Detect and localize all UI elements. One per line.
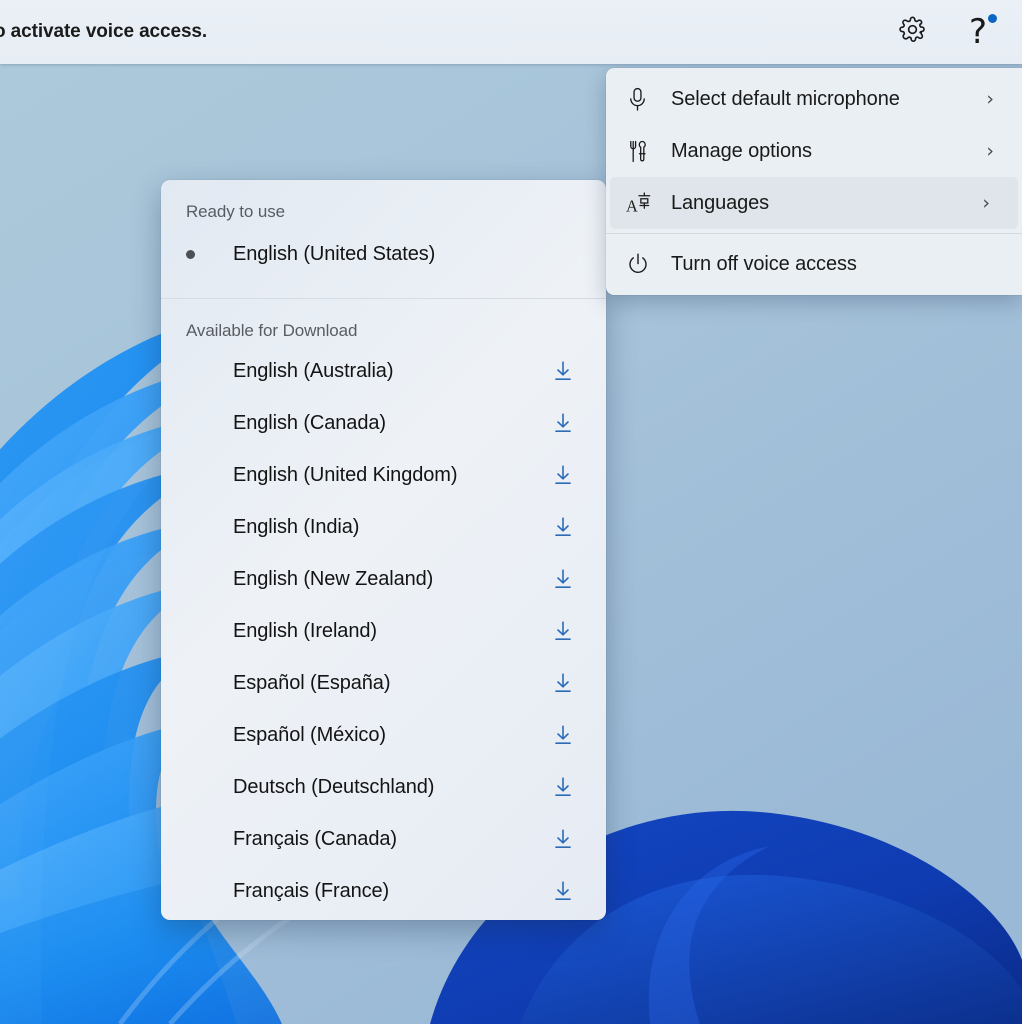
language-icon: A — [626, 190, 656, 216]
menu-item-turn-off-voice-access[interactable]: Turn off voice access — [606, 238, 1022, 290]
language-row[interactable]: Deutsch (Deutschland) — [161, 761, 606, 813]
language-row[interactable]: English (India) — [161, 501, 606, 553]
menu-item-label: Turn off voice access — [671, 253, 857, 276]
download-icon[interactable] — [550, 878, 576, 904]
menu-item-select-default-microphone[interactable]: Select default microphone › — [606, 73, 1022, 125]
selected-indicator-dot — [186, 250, 195, 259]
language-name: English (Canada) — [233, 412, 386, 435]
language-name: Français (Canada) — [233, 828, 397, 851]
language-flyout-panel: Ready to use English (United States) Ava… — [161, 180, 606, 920]
settings-button[interactable] — [892, 12, 932, 52]
chevron-right-icon: › — [986, 90, 994, 109]
language-row[interactable]: Español (México) — [161, 709, 606, 761]
microphone-icon — [626, 87, 656, 112]
language-row[interactable]: Español (España) — [161, 657, 606, 709]
voice-access-settings-menu: Select default microphone › Manage optio… — [606, 68, 1022, 295]
download-icon[interactable] — [550, 670, 576, 696]
download-icon[interactable] — [550, 410, 576, 436]
available-for-download-section-header: Available for Download — [161, 299, 606, 341]
menu-separator — [606, 233, 1022, 234]
language-row[interactable]: English (Canada) — [161, 397, 606, 449]
language-name: English (Australia) — [233, 360, 393, 383]
menu-item-label: Manage options — [671, 140, 812, 163]
screen: o activate voice access. ? — [0, 0, 1022, 1024]
language-name: English (India) — [233, 516, 359, 539]
menu-item-label: Select default microphone — [671, 88, 900, 111]
download-icon[interactable] — [550, 462, 576, 488]
download-icon[interactable] — [550, 774, 576, 800]
menu-item-manage-options[interactable]: Manage options › — [606, 125, 1022, 177]
question-mark-icon: ? — [969, 15, 987, 49]
language-name: Français (France) — [233, 880, 389, 903]
download-icon[interactable] — [550, 566, 576, 592]
language-row[interactable]: Français (Canada) — [161, 813, 606, 865]
language-name: English (Ireland) — [233, 620, 377, 643]
language-row-installed[interactable]: English (United States) — [161, 226, 606, 282]
chevron-right-icon: › — [982, 194, 990, 213]
language-name: Español (México) — [233, 724, 386, 747]
language-row[interactable]: Français (France) — [161, 865, 606, 917]
chevron-right-icon: › — [986, 142, 994, 161]
power-icon — [626, 252, 656, 276]
help-button[interactable]: ? — [958, 12, 998, 52]
download-icon[interactable] — [550, 358, 576, 384]
language-name: Deutsch (Deutschland) — [233, 776, 434, 799]
help-notification-badge — [988, 14, 997, 23]
voice-access-status-text: o activate voice access. — [0, 21, 207, 43]
voice-access-bar: o activate voice access. ? — [0, 0, 1022, 64]
voice-access-bar-actions: ? — [892, 12, 1022, 52]
download-icon[interactable] — [550, 514, 576, 540]
language-name: English (United Kingdom) — [233, 464, 457, 487]
download-icon[interactable] — [550, 826, 576, 852]
svg-text:A: A — [626, 197, 638, 216]
download-icon[interactable] — [550, 618, 576, 644]
menu-item-label: Languages — [671, 192, 769, 215]
gear-icon — [898, 15, 927, 49]
download-icon[interactable] — [550, 722, 576, 748]
available-languages-list: English (Australia) English (Canada) Eng… — [161, 341, 606, 917]
language-row[interactable]: English (United Kingdom) — [161, 449, 606, 501]
language-row[interactable]: English (Ireland) — [161, 605, 606, 657]
language-name: English (New Zealand) — [233, 568, 433, 591]
tools-icon — [626, 139, 656, 164]
language-row[interactable]: English (New Zealand) — [161, 553, 606, 605]
language-name: Español (España) — [233, 672, 390, 695]
menu-item-languages[interactable]: A Languages › — [610, 177, 1018, 229]
ready-to-use-section-header: Ready to use — [161, 180, 606, 222]
language-row[interactable]: English (Australia) — [161, 345, 606, 397]
language-name: English (United States) — [233, 243, 435, 266]
